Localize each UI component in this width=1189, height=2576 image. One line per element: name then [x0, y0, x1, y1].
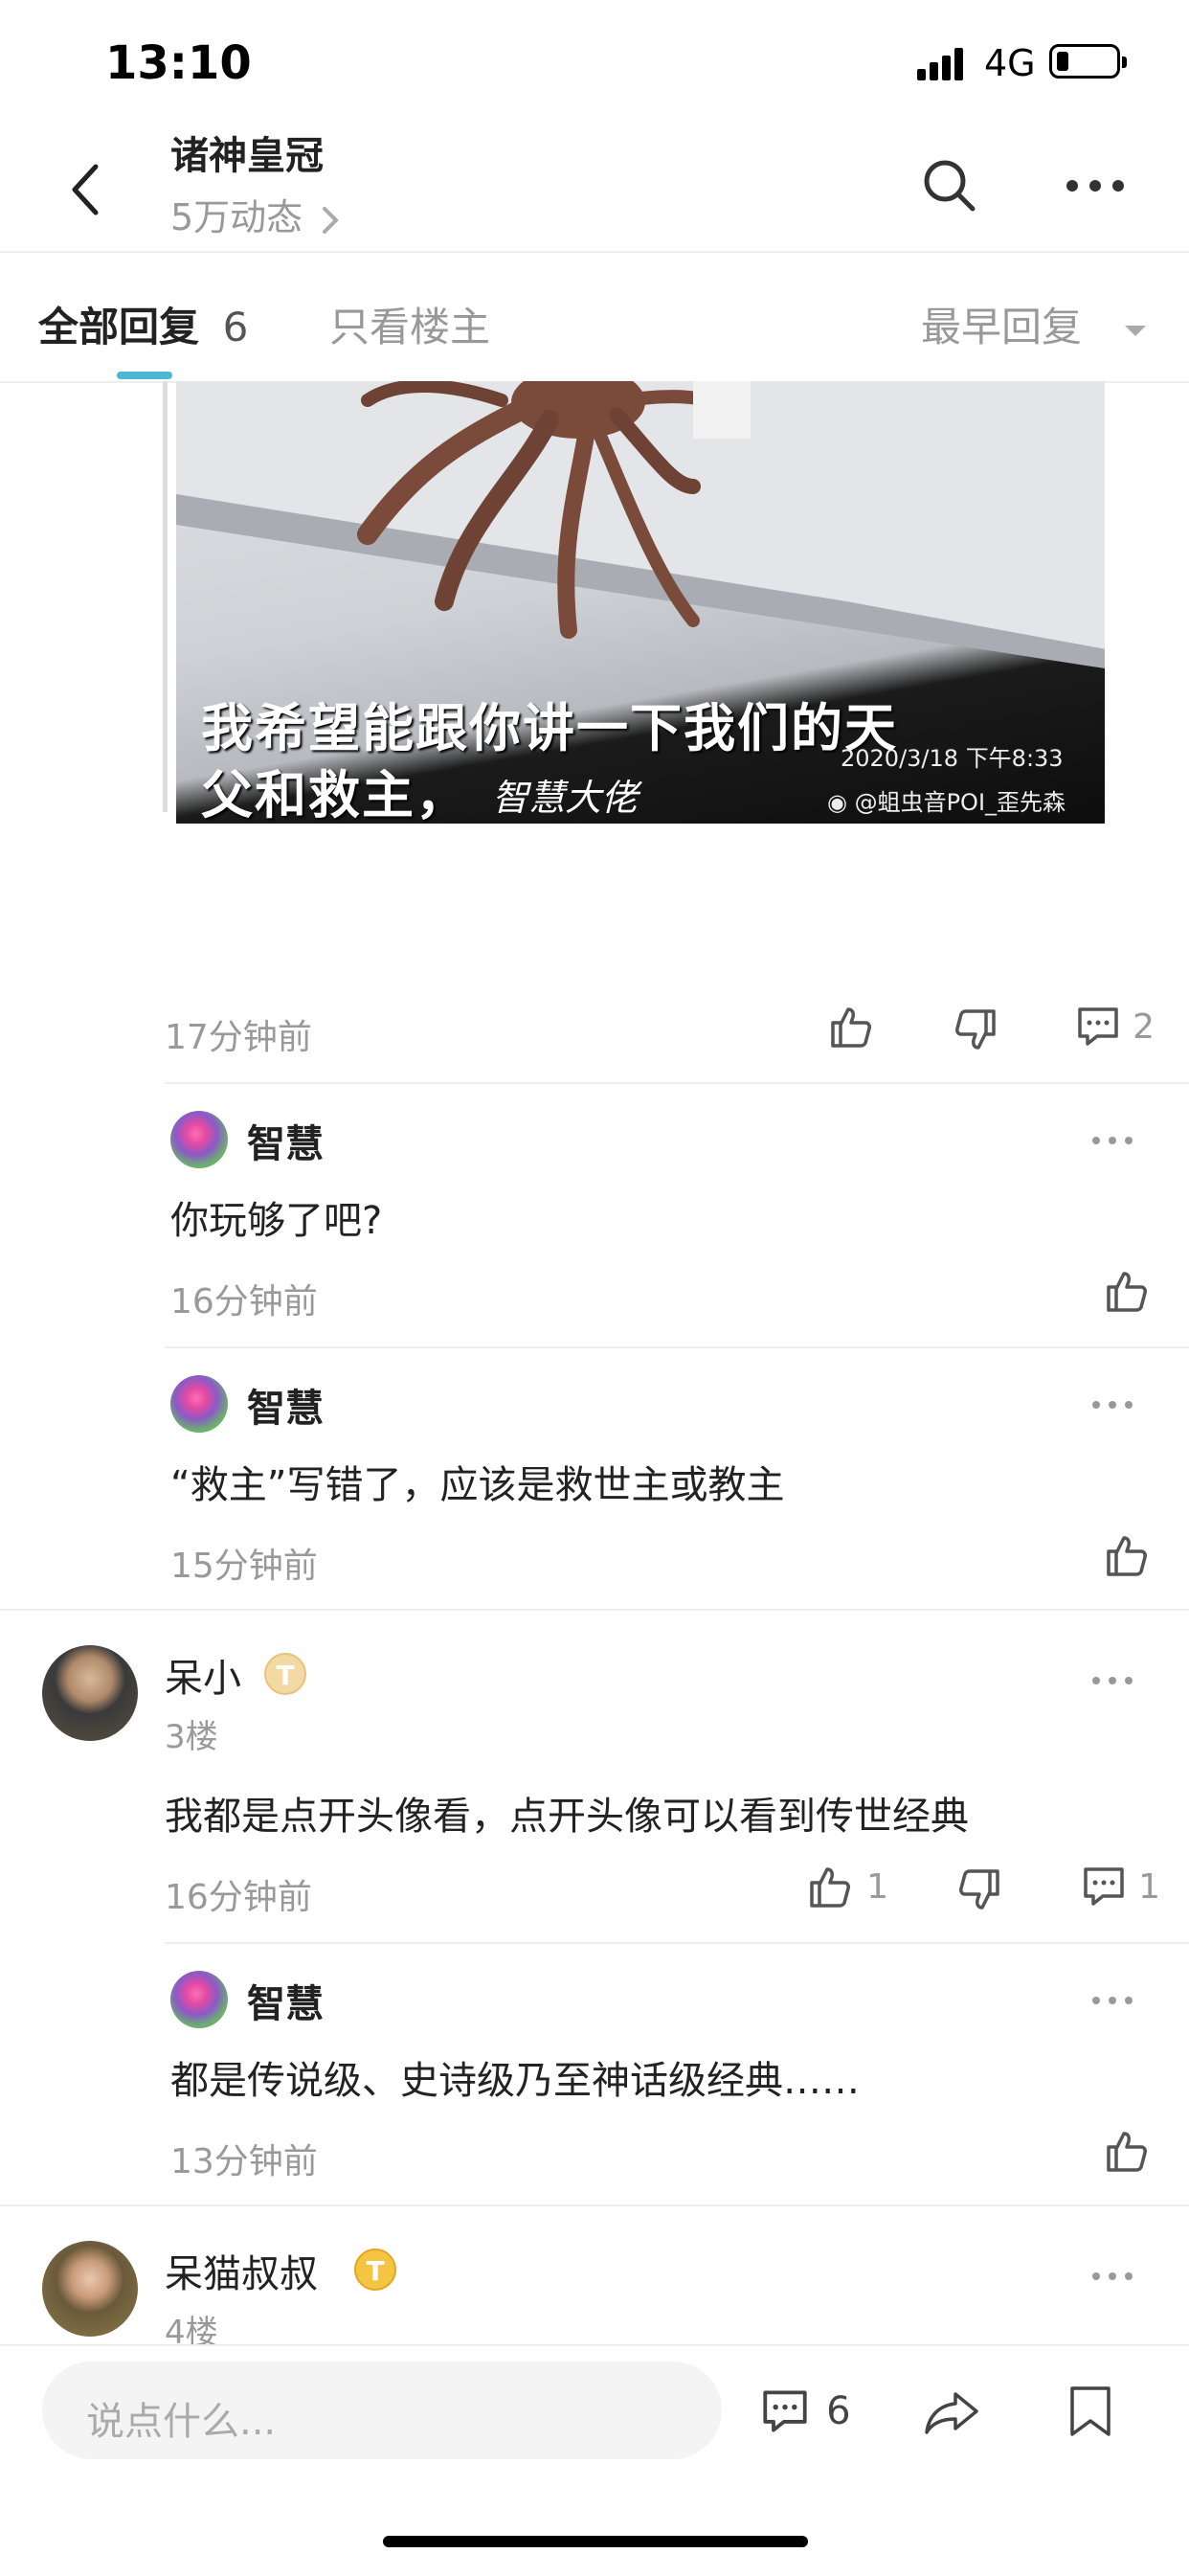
- chevron-right-icon: [320, 204, 341, 237]
- comments-count: 6: [826, 2389, 851, 2433]
- tab-all-label: 全部回复: [38, 304, 200, 350]
- reply-text: 都是传说级、史诗级乃至神话级经典……: [170, 2059, 860, 2103]
- tab-owner-only[interactable]: 只看楼主: [329, 295, 490, 353]
- status-time: 13:10: [105, 36, 252, 90]
- post-time: 17分钟前: [165, 1018, 312, 1057]
- comment-input-placeholder: 说点什么...: [86, 2400, 277, 2444]
- like-count: 1: [866, 1866, 888, 1907]
- like-button[interactable]: 1: [806, 1864, 888, 1909]
- avatar[interactable]: [42, 2241, 138, 2337]
- tab-all-count: 6: [222, 304, 249, 350]
- header-divider: [0, 251, 1189, 253]
- comments-button[interactable]: 6: [760, 2388, 851, 2434]
- level-badge-icon: T: [354, 2248, 396, 2291]
- floor-time: 16分钟前: [165, 1878, 312, 1917]
- avatar[interactable]: [170, 1971, 228, 2028]
- more-icon[interactable]: [1091, 1996, 1133, 2005]
- comment-count: 1: [1138, 1866, 1160, 1907]
- meme-caption-line2: 父和救主，: [201, 765, 469, 824]
- battery-icon: [1049, 44, 1127, 79]
- reply-divider: [165, 1942, 1189, 1944]
- like-icon[interactable]: [1103, 1532, 1149, 1578]
- post-image[interactable]: 我希望能跟你讲一下我们的天 父和救主， 智慧大佬 2020/3/18 下午8:3…: [176, 381, 1105, 824]
- tab-all-replies[interactable]: 全部回复 6: [38, 295, 248, 353]
- reply-time: 16分钟前: [170, 1282, 318, 1322]
- comment-icon: [760, 2388, 810, 2434]
- avatar[interactable]: [42, 1645, 138, 1741]
- page-title: 诸神皇冠: [170, 134, 324, 178]
- home-indicator: [383, 2536, 808, 2547]
- floor-username[interactable]: 呆猫叔叔: [165, 2243, 318, 2298]
- comment-icon: [1076, 1006, 1120, 1048]
- avatar[interactable]: [170, 1111, 228, 1168]
- floor-username[interactable]: 呆小: [165, 1647, 241, 1703]
- comment-button[interactable]: 2: [1076, 1006, 1155, 1048]
- like-icon[interactable]: [827, 1004, 873, 1050]
- meme-caption-line1: 我希望能跟你讲一下我们的天: [201, 698, 898, 758]
- comment-count: 2: [1133, 1006, 1155, 1047]
- bookmark-icon[interactable]: [1068, 2384, 1112, 2438]
- dislike-icon[interactable]: [953, 1007, 999, 1053]
- back-icon[interactable]: [67, 161, 105, 218]
- search-icon[interactable]: [921, 157, 978, 215]
- sort-label: 最早回复: [921, 304, 1083, 350]
- reply-divider: [165, 1082, 1189, 1084]
- reply-username[interactable]: 智慧: [247, 1113, 324, 1168]
- reply-username[interactable]: 智慧: [247, 1377, 324, 1433]
- sort-dropdown[interactable]: 最早回复: [921, 295, 1148, 353]
- floor-divider: [0, 2204, 1189, 2206]
- level-badge-icon: T: [264, 1653, 306, 1695]
- like-icon: [806, 1864, 852, 1909]
- more-icon[interactable]: [1065, 178, 1126, 193]
- share-icon[interactable]: [923, 2388, 980, 2436]
- meme-handwritten: 智慧大佬: [492, 777, 639, 819]
- reply-time: 15分钟前: [170, 1547, 318, 1586]
- signal-icon: [917, 48, 965, 80]
- reply-username[interactable]: 智慧: [247, 1973, 324, 2028]
- floor-text: 我都是点开头像看，点开头像可以看到传世经典: [165, 1795, 969, 1839]
- weibo-icon: ◉: [827, 789, 855, 816]
- comment-button[interactable]: 1: [1082, 1865, 1160, 1908]
- like-icon[interactable]: [1103, 2128, 1149, 2174]
- more-icon[interactable]: [1091, 2271, 1133, 2281]
- reply-text: “救主”写错了，应该是救世主或教主: [170, 1463, 785, 1507]
- reply-time: 13分钟前: [170, 2142, 318, 2181]
- like-icon[interactable]: [1103, 1268, 1149, 1314]
- tab-indicator: [117, 372, 172, 379]
- reply-text: 你玩够了吧?: [170, 1199, 383, 1243]
- quote-bar: [163, 381, 168, 812]
- more-icon[interactable]: [1091, 1136, 1133, 1145]
- more-icon[interactable]: [1091, 1676, 1133, 1685]
- more-icon[interactable]: [1091, 1400, 1133, 1410]
- dislike-icon[interactable]: [957, 1867, 1003, 1913]
- floor-number: 3楼: [165, 1718, 218, 1756]
- comment-icon: [1082, 1865, 1126, 1908]
- subtitle-link[interactable]: 5万动态: [170, 188, 341, 240]
- caret-down-icon: [1123, 323, 1148, 338]
- reply-divider: [165, 1346, 1189, 1348]
- avatar[interactable]: [170, 1375, 228, 1433]
- floor-divider: [0, 1609, 1189, 1611]
- meme-date-watermark: 2020/3/18 下午8:33: [841, 745, 1064, 772]
- network-type: 4G: [984, 42, 1036, 84]
- subtitle-text: 5万动态: [170, 196, 303, 238]
- meme-weibo-watermark: ◉ @蛆虫音POI_歪先森: [827, 783, 1066, 817]
- weibo-handle: @蛆虫音POI_歪先森: [854, 789, 1066, 816]
